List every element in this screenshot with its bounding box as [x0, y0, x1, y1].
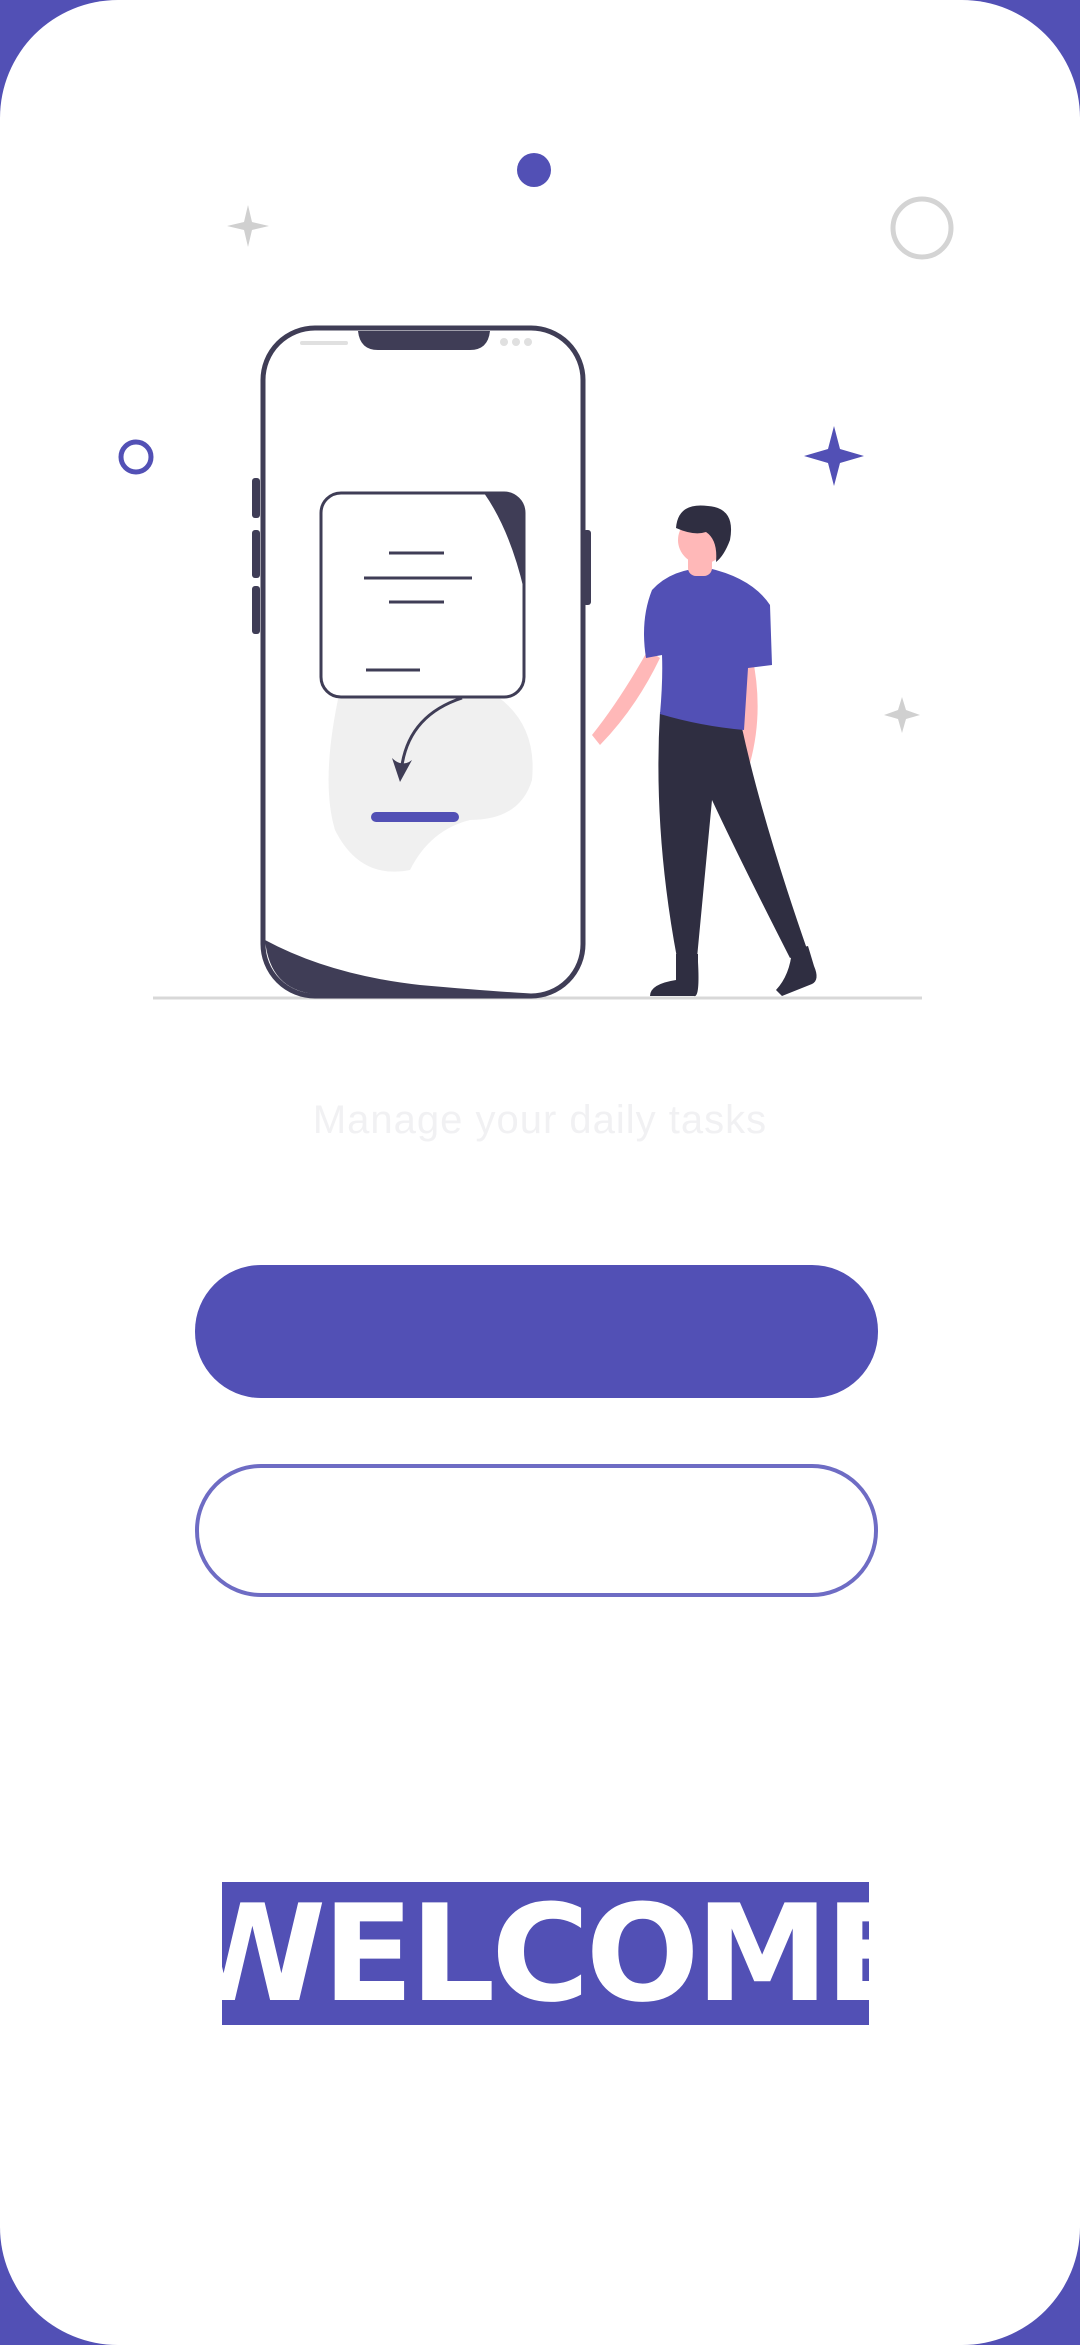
sparkle-small-icon [884, 697, 920, 733]
dot-icon [517, 153, 551, 187]
welcome-banner: WELCOME [178, 1875, 916, 2032]
secondary-button[interactable] [195, 1464, 878, 1597]
tagline-text: Manage your daily tasks [312, 1098, 768, 1142]
sparkle-accent-icon [804, 426, 864, 486]
phone-illustration [252, 325, 591, 999]
person-illustration [592, 505, 817, 997]
small-circle-icon [118, 439, 154, 475]
circle-outline-icon [890, 196, 954, 260]
onboarding-card: Manage your daily tasks WELCOME [0, 0, 1080, 2345]
onboarding-illustration [118, 153, 954, 1000]
sparkle-icon [227, 205, 269, 247]
primary-button[interactable] [195, 1265, 878, 1398]
